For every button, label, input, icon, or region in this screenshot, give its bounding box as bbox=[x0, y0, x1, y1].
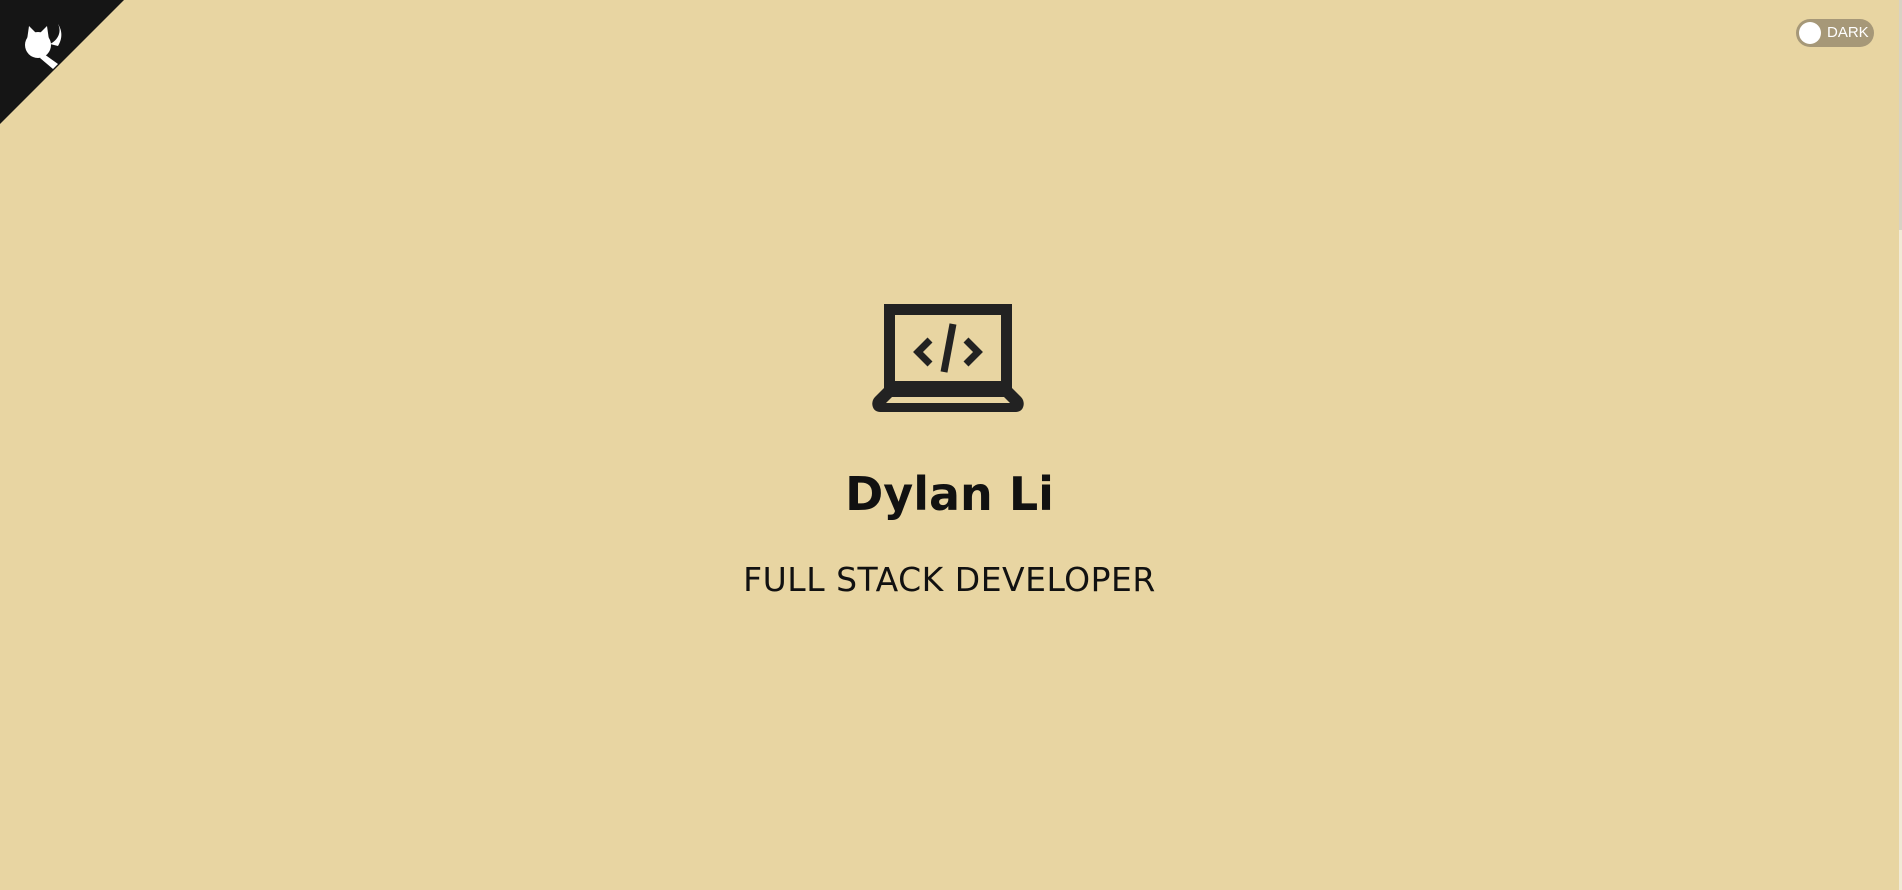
developer-title: FULL STACK DEVELOPER bbox=[743, 560, 1156, 599]
laptop-code-icon bbox=[872, 304, 1024, 412]
hero-section: Dylan Li FULL STACK DEVELOPER bbox=[0, 0, 1899, 890]
developer-name: Dylan Li bbox=[845, 467, 1054, 521]
